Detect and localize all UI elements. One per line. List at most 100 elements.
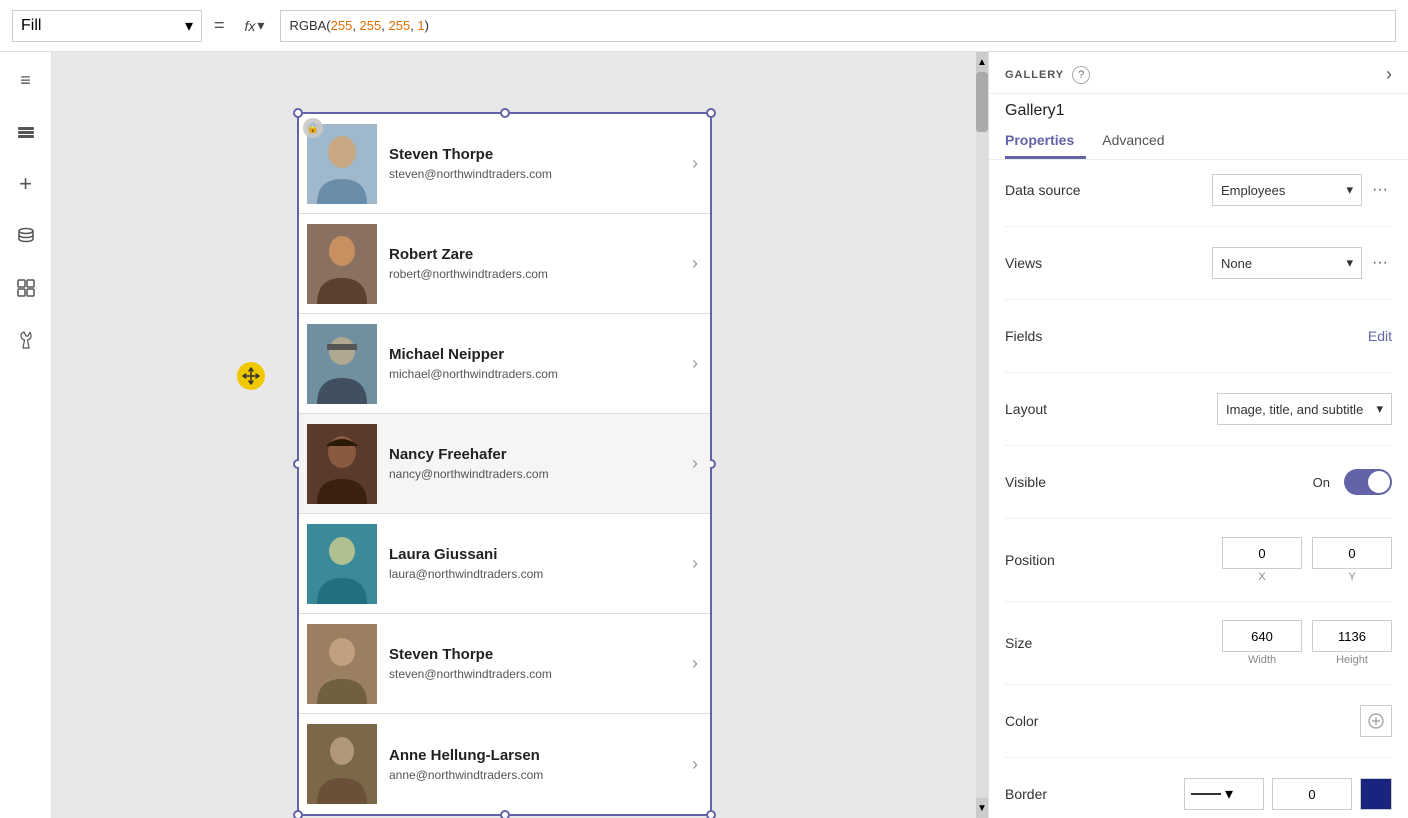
- color-swatch[interactable]: [1360, 705, 1392, 737]
- visible-toggle[interactable]: [1344, 469, 1392, 495]
- avatar: [307, 424, 377, 504]
- tools-icon[interactable]: [10, 324, 42, 356]
- position-x-col: 0 X: [1222, 537, 1302, 583]
- gallery-border: 🔒 Steven Thorpe steven@northwindtraders.…: [297, 112, 712, 816]
- avatar: [307, 624, 377, 704]
- avatar: [307, 524, 377, 604]
- y-label: Y: [1348, 571, 1355, 583]
- fields-row: Fields Edit: [1005, 318, 1392, 354]
- position-label: Position: [1005, 552, 1105, 568]
- equals-sign: =: [214, 15, 225, 36]
- right-panel: GALLERY ? › Gallery1 Properties Advanced…: [988, 52, 1408, 818]
- layout-value: Image, title, and subtitle: [1226, 402, 1376, 417]
- position-y-col: 0 Y: [1312, 537, 1392, 583]
- layout-chevron-icon: ▾: [1376, 401, 1383, 417]
- scroll-down-arrow[interactable]: ▼: [976, 798, 988, 818]
- position-y-input[interactable]: 0: [1312, 537, 1392, 569]
- border-label: Border: [1005, 786, 1105, 802]
- gallery-row[interactable]: Robert Zare robert@northwindtraders.com …: [299, 214, 710, 314]
- gallery-row[interactable]: 🔒 Steven Thorpe steven@northwindtraders.…: [299, 114, 710, 214]
- position-inputs: 0 X 0 Y: [1222, 537, 1392, 583]
- position-x-input[interactable]: 0: [1222, 537, 1302, 569]
- border-width-input[interactable]: 0: [1272, 778, 1352, 810]
- size-row: Size 640 Width 1136 Height: [1005, 620, 1392, 666]
- fill-dropdown[interactable]: Fill ▾: [12, 10, 202, 42]
- fill-label: Fill: [21, 17, 41, 35]
- fields-edit-link[interactable]: Edit: [1368, 328, 1392, 344]
- row-chevron-icon: ›: [692, 553, 698, 574]
- row-text: Michael Neipper michael@northwindtraders…: [389, 346, 680, 381]
- size-height-input[interactable]: 1136: [1312, 620, 1392, 652]
- avatar: [307, 224, 377, 304]
- panel-title-row: GALLERY ?: [1005, 66, 1090, 84]
- panel-nav-arrow[interactable]: ›: [1386, 64, 1392, 85]
- employee-name: Robert Zare: [389, 246, 680, 263]
- visible-row: Visible On: [1005, 464, 1392, 500]
- data-source-row: Data source Employees ▾ ···: [1005, 172, 1392, 208]
- employee-email: nancy@northwindtraders.com: [389, 467, 680, 481]
- layout-label: Layout: [1005, 401, 1105, 417]
- employee-name: Nancy Freehafer: [389, 446, 680, 463]
- toggle-knob: [1368, 471, 1390, 493]
- fx-button[interactable]: fx ▾: [237, 13, 273, 38]
- visible-control: On: [1313, 469, 1392, 495]
- panel-body: Data source Employees ▾ ··· Views None ▾: [989, 160, 1408, 818]
- gallery-row[interactable]: Anne Hellung-Larsen anne@northwindtrader…: [299, 714, 710, 814]
- formula-bar[interactable]: RGBA(255, 255, 255, 1): [280, 10, 1396, 42]
- border-style-dropdown[interactable]: ▾: [1184, 778, 1264, 810]
- size-width-col: 640 Width: [1222, 620, 1302, 666]
- components-icon[interactable]: [10, 272, 42, 304]
- database-icon[interactable]: [10, 220, 42, 252]
- gallery-row[interactable]: Laura Giussani laura@northwindtraders.co…: [299, 514, 710, 614]
- add-icon[interactable]: +: [10, 168, 42, 200]
- data-source-value: Employees: [1221, 183, 1285, 198]
- fx-label: fx: [245, 18, 256, 34]
- fx-chevron-icon: ▾: [257, 17, 264, 34]
- avatar: [307, 724, 377, 804]
- row-chevron-icon: ›: [692, 153, 698, 174]
- panel-tabs: Properties Advanced: [989, 124, 1408, 160]
- employee-name: Michael Neipper: [389, 346, 680, 363]
- row-text: Laura Giussani laura@northwindtraders.co…: [389, 546, 680, 581]
- employee-name: Steven Thorpe: [389, 646, 680, 663]
- gallery-row[interactable]: Steven Thorpe steven@northwindtraders.co…: [299, 614, 710, 714]
- gallery-row[interactable]: Michael Neipper michael@northwindtraders…: [299, 314, 710, 414]
- employee-email: anne@northwindtraders.com: [389, 768, 680, 782]
- views-label: Views: [1005, 255, 1105, 271]
- row-text: Nancy Freehafer nancy@northwindtraders.c…: [389, 446, 680, 481]
- layout-dropdown[interactable]: Image, title, and subtitle ▾: [1217, 393, 1392, 425]
- views-options[interactable]: ···: [1368, 254, 1392, 272]
- layers-icon[interactable]: [10, 116, 42, 148]
- tab-properties[interactable]: Properties: [1005, 124, 1086, 159]
- move-cursor-icon: [237, 362, 265, 390]
- row-chevron-icon: ›: [692, 754, 698, 775]
- canvas-scrollbar[interactable]: ▲ ▼: [976, 52, 988, 818]
- visible-label: Visible: [1005, 474, 1105, 490]
- gallery-instance-name: Gallery1: [989, 94, 1408, 120]
- gallery-row[interactable]: Nancy Freehafer nancy@northwindtraders.c…: [299, 414, 710, 514]
- color-picker-icon: [1367, 712, 1385, 730]
- help-button[interactable]: ?: [1072, 66, 1090, 84]
- fx-area: fx ▾: [237, 13, 273, 38]
- views-dropdown[interactable]: None ▾: [1212, 247, 1362, 279]
- employee-email: laura@northwindtraders.com: [389, 567, 680, 581]
- size-width-input[interactable]: 640: [1222, 620, 1302, 652]
- left-sidebar: ≡ +: [0, 52, 52, 818]
- row-chevron-icon: ›: [692, 353, 698, 374]
- main-area: ≡ +: [0, 52, 1408, 818]
- hamburger-icon[interactable]: ≡: [10, 64, 42, 96]
- top-toolbar: Fill ▾ = fx ▾ RGBA(255, 255, 255, 1): [0, 0, 1408, 52]
- scrollbar-thumb[interactable]: [976, 72, 988, 132]
- row-text: Anne Hellung-Larsen anne@northwindtrader…: [389, 747, 680, 782]
- border-color-swatch[interactable]: [1360, 778, 1392, 810]
- data-source-dropdown[interactable]: Employees ▾: [1212, 174, 1362, 206]
- tab-advanced[interactable]: Advanced: [1102, 124, 1176, 159]
- scroll-up-arrow[interactable]: ▲: [976, 52, 988, 72]
- color-label: Color: [1005, 713, 1105, 729]
- row-text: Steven Thorpe steven@northwindtraders.co…: [389, 646, 680, 681]
- data-source-options[interactable]: ···: [1368, 181, 1392, 199]
- formula-display: RGBA(255, 255, 255, 1): [289, 18, 429, 33]
- row-text: Steven Thorpe steven@northwindtraders.co…: [389, 146, 680, 181]
- views-value-area: None ▾ ···: [1212, 247, 1392, 279]
- canvas-area: 🔒 Steven Thorpe steven@northwindtraders.…: [52, 52, 988, 818]
